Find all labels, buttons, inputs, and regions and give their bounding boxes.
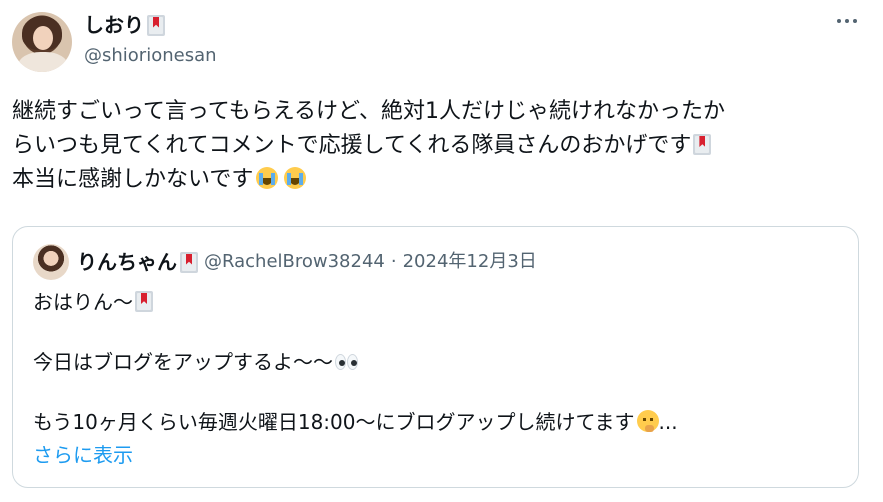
- quoted-author-handle[interactable]: @RachelBrow38244: [204, 249, 385, 275]
- header-separator: ·: [390, 251, 397, 272]
- more-options-icon[interactable]: [835, 18, 859, 26]
- tweet-line-2: らいつも見てくれてコメントで応援してくれる隊員さんのおかげです: [12, 129, 842, 163]
- quoted-line-2: 今日はブログをアップするよ〜〜: [33, 347, 678, 377]
- truncation-ellipsis: ...: [658, 410, 678, 434]
- show-more-link[interactable]: さらに表示: [33, 441, 133, 469]
- quoted-author-avatar[interactable]: [33, 244, 69, 280]
- line-break: [33, 377, 678, 407]
- avatar-face: [33, 26, 53, 50]
- quoted-author-display-name[interactable]: りんちゃん: [77, 249, 177, 275]
- quoted-line-1: おはりん〜: [33, 287, 678, 317]
- book-bookmark-icon: [147, 14, 165, 36]
- tweet-line-1: 継続すごいって言ってもらえるけど、絶対1人だけじゃ続けれなかったか: [12, 99, 725, 124]
- book-bookmark-icon: [180, 251, 198, 273]
- quoted-line-3: もう10ヶ月くらい毎週火曜日18:00〜にブログアップし続けてます...: [33, 410, 678, 434]
- loudly-crying-face-icon: [256, 167, 279, 189]
- author-display-name[interactable]: しおり: [84, 11, 165, 39]
- thinking-face-icon: [636, 410, 659, 432]
- author-name-text: しおり: [84, 13, 144, 37]
- tweet-line-3: 本当に感謝しかないです: [12, 163, 842, 197]
- tweet-text: 継続すごいって言ってもらえるけど、絶対1人だけじゃ続けれなかったか らいつも見て…: [12, 95, 842, 197]
- eyes-icon: [335, 354, 359, 370]
- book-bookmark-icon: [135, 291, 153, 312]
- book-bookmark-icon: [693, 134, 712, 155]
- quoted-tweet-header: りんちゃん @RachelBrow38244 · 2024年12月3日: [77, 249, 537, 275]
- author-avatar[interactable]: [12, 12, 72, 72]
- quoted-tweet-text: おはりん〜 今日はブログをアップするよ〜〜 もう10ヶ月くらい毎週火曜日18:0…: [33, 287, 678, 437]
- author-handle[interactable]: @shiorionesan: [84, 44, 217, 68]
- loudly-crying-face-icon: [284, 167, 307, 189]
- quoted-tweet-date[interactable]: 2024年12月3日: [403, 249, 537, 275]
- avatar-body: [18, 52, 68, 72]
- line-break: [33, 317, 678, 347]
- quoted-tweet-card[interactable]: りんちゃん @RachelBrow38244 · 2024年12月3日 おはりん…: [12, 226, 859, 488]
